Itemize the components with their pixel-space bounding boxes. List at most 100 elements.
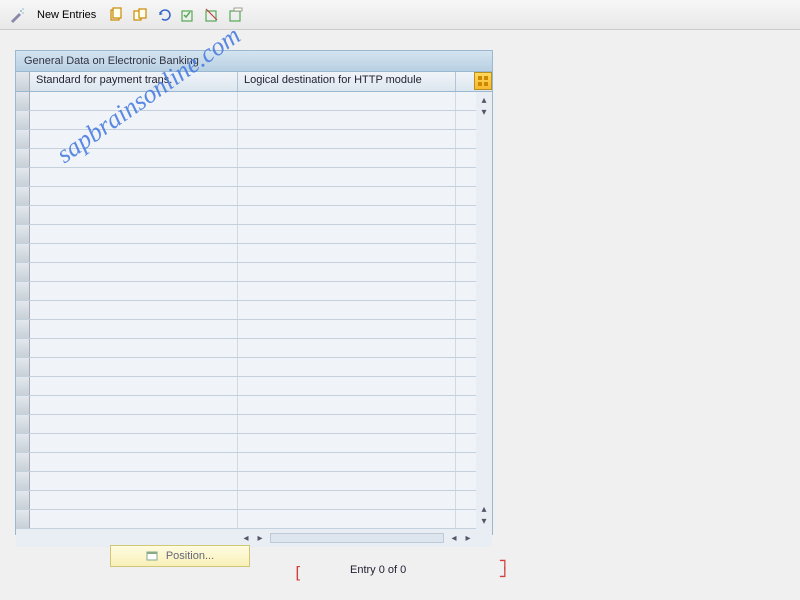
- table-row[interactable]: [16, 472, 476, 491]
- row-selector[interactable]: [16, 396, 30, 414]
- row-selector[interactable]: [16, 149, 30, 167]
- table-row[interactable]: [16, 263, 476, 282]
- cell-destination[interactable]: [238, 206, 456, 224]
- cell-standard[interactable]: [30, 282, 238, 300]
- row-selector[interactable]: [16, 263, 30, 281]
- cell-destination[interactable]: [238, 415, 456, 433]
- table-row[interactable]: [16, 301, 476, 320]
- table-row[interactable]: [16, 130, 476, 149]
- cell-standard[interactable]: [30, 472, 238, 490]
- cell-standard[interactable]: [30, 263, 238, 281]
- scroll-right-icon[interactable]: ▸: [254, 532, 266, 544]
- cell-standard[interactable]: [30, 149, 238, 167]
- cell-standard[interactable]: [30, 92, 238, 110]
- scroll-up-arrow-icon[interactable]: ▴: [478, 94, 490, 106]
- row-selector[interactable]: [16, 225, 30, 243]
- cell-standard[interactable]: [30, 130, 238, 148]
- horizontal-scrollbar[interactable]: ◂ ▸ ◂ ▸: [16, 529, 492, 547]
- row-selector[interactable]: [16, 453, 30, 471]
- table-row[interactable]: [16, 491, 476, 510]
- new-entries-button[interactable]: New Entries: [32, 6, 101, 24]
- cell-destination[interactable]: [238, 434, 456, 452]
- cell-standard[interactable]: [30, 415, 238, 433]
- hscroll-track[interactable]: [270, 533, 444, 543]
- table-row[interactable]: [16, 415, 476, 434]
- cell-standard[interactable]: [30, 396, 238, 414]
- table-config-button[interactable]: [474, 72, 492, 90]
- scroll-down-small-icon[interactable]: ▾: [478, 106, 490, 118]
- table-row[interactable]: [16, 282, 476, 301]
- undo-icon[interactable]: [155, 6, 173, 24]
- table-row[interactable]: [16, 377, 476, 396]
- table-row[interactable]: [16, 111, 476, 130]
- vertical-scrollbar[interactable]: ▴ ▾ ▴ ▾: [476, 92, 492, 529]
- row-selector[interactable]: [16, 434, 30, 452]
- row-selector[interactable]: [16, 339, 30, 357]
- cell-standard[interactable]: [30, 358, 238, 376]
- table-row[interactable]: [16, 453, 476, 472]
- cell-standard[interactable]: [30, 434, 238, 452]
- cell-destination[interactable]: [238, 92, 456, 110]
- table-row[interactable]: [16, 149, 476, 168]
- row-selector[interactable]: [16, 510, 30, 528]
- table-settings-icon[interactable]: [227, 6, 245, 24]
- row-selector[interactable]: [16, 472, 30, 490]
- cell-standard[interactable]: [30, 168, 238, 186]
- table-row[interactable]: [16, 187, 476, 206]
- row-selector[interactable]: [16, 377, 30, 395]
- cell-destination[interactable]: [238, 339, 456, 357]
- cell-destination[interactable]: [238, 263, 456, 281]
- table-row[interactable]: [16, 358, 476, 377]
- cell-destination[interactable]: [238, 168, 456, 186]
- table-row[interactable]: [16, 168, 476, 187]
- copy-icon[interactable]: [107, 6, 125, 24]
- cell-standard[interactable]: [30, 339, 238, 357]
- cell-destination[interactable]: [238, 491, 456, 509]
- cell-destination[interactable]: [238, 320, 456, 338]
- cell-standard[interactable]: [30, 187, 238, 205]
- cell-destination[interactable]: [238, 187, 456, 205]
- cell-standard[interactable]: [30, 225, 238, 243]
- deselect-icon[interactable]: [203, 6, 221, 24]
- row-selector[interactable]: [16, 491, 30, 509]
- row-selector[interactable]: [16, 358, 30, 376]
- cell-destination[interactable]: [238, 358, 456, 376]
- table-row[interactable]: [16, 244, 476, 263]
- row-selector[interactable]: [16, 187, 30, 205]
- row-selector[interactable]: [16, 301, 30, 319]
- cell-destination[interactable]: [238, 301, 456, 319]
- row-selector[interactable]: [16, 244, 30, 262]
- select-all-icon[interactable]: [179, 6, 197, 24]
- table-row[interactable]: [16, 225, 476, 244]
- cell-destination[interactable]: [238, 130, 456, 148]
- wand-icon[interactable]: [8, 6, 26, 24]
- cell-destination[interactable]: [238, 510, 456, 528]
- table-row[interactable]: [16, 339, 476, 358]
- row-selector-header[interactable]: [16, 72, 30, 91]
- cell-destination[interactable]: [238, 453, 456, 471]
- cell-destination[interactable]: [238, 282, 456, 300]
- cell-standard[interactable]: [30, 377, 238, 395]
- table-row[interactable]: [16, 396, 476, 415]
- table-row[interactable]: [16, 206, 476, 225]
- scroll-down-arrow-icon[interactable]: ▾: [478, 515, 490, 527]
- table-row[interactable]: [16, 92, 476, 111]
- row-selector[interactable]: [16, 168, 30, 186]
- column-header-destination[interactable]: Logical destination for HTTP module: [238, 72, 456, 91]
- row-selector[interactable]: [16, 320, 30, 338]
- row-selector[interactable]: [16, 130, 30, 148]
- cell-standard[interactable]: [30, 244, 238, 262]
- cell-destination[interactable]: [238, 111, 456, 129]
- table-row[interactable]: [16, 434, 476, 453]
- cell-destination[interactable]: [238, 472, 456, 490]
- table-row[interactable]: [16, 510, 476, 529]
- cell-standard[interactable]: [30, 111, 238, 129]
- row-selector[interactable]: [16, 111, 30, 129]
- cell-destination[interactable]: [238, 244, 456, 262]
- cell-standard[interactable]: [30, 320, 238, 338]
- scroll-left-icon[interactable]: ◂: [240, 532, 252, 544]
- cell-standard[interactable]: [30, 510, 238, 528]
- cell-standard[interactable]: [30, 206, 238, 224]
- row-selector[interactable]: [16, 92, 30, 110]
- cell-destination[interactable]: [238, 225, 456, 243]
